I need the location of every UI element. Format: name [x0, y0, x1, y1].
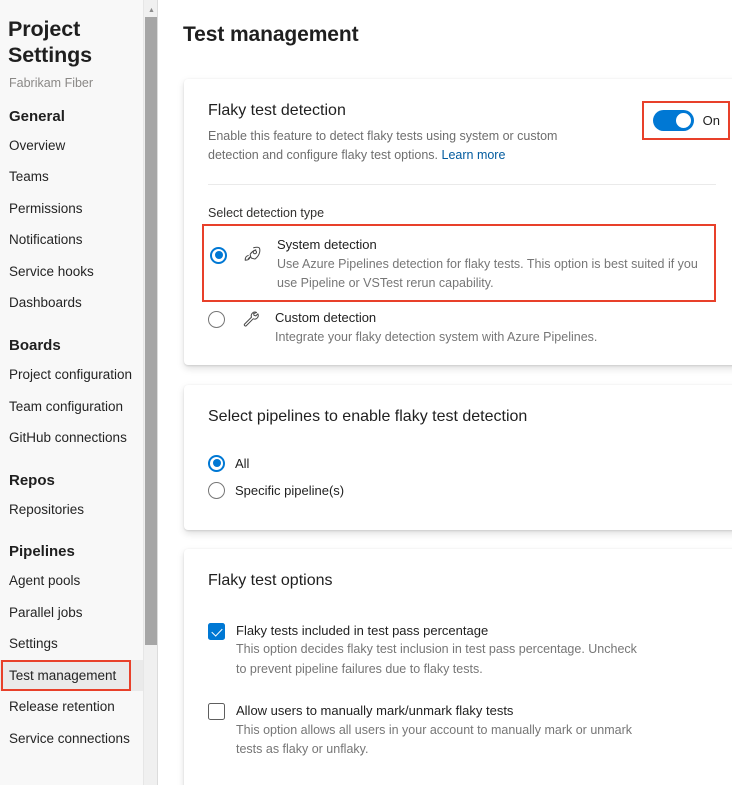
- sidebar-item-release-retention[interactable]: Release retention: [0, 691, 158, 723]
- include-flaky-tests-description: This option decides flaky test inclusion…: [236, 642, 637, 676]
- nav-group-boards: Boards: [9, 336, 61, 354]
- option-manual-mark-flaky-tests[interactable]: Allow users to manually mark/unmark flak…: [208, 694, 716, 762]
- options-card-title: Flaky test options: [208, 572, 333, 589]
- sidebar-item-repositories[interactable]: Repositories: [0, 494, 158, 526]
- detection-card-body: Flaky test detection Enable this feature…: [184, 79, 732, 355]
- sidebar-item-parallel-jobs[interactable]: Parallel jobs: [0, 597, 158, 629]
- toggle-knob: [675, 113, 691, 128]
- flaky-detection-toggle-group[interactable]: On: [641, 101, 730, 140]
- detection-card-title: Flaky test detection: [208, 102, 346, 119]
- detection-header-text: Flaky test detection Enable this feature…: [208, 101, 604, 165]
- learn-more-link[interactable]: Learn more: [442, 148, 506, 162]
- custom-detection-text: Custom detection Integrate your flaky de…: [275, 308, 597, 347]
- project-settings-page: Project Settings Fabrikam Fiber General …: [0, 0, 732, 785]
- page-title-sidebar: Project Settings: [8, 17, 93, 67]
- include-flaky-tests-text: Flaky tests included in test pass percen…: [236, 621, 646, 679]
- manual-mark-label: Allow users to manually mark/unmark flak…: [236, 703, 514, 719]
- radio-all-pipelines[interactable]: [208, 454, 225, 472]
- checkbox-include-flaky-tests[interactable]: [208, 622, 225, 640]
- pipelines-card-body: Select pipelines to enable flaky test de…: [184, 385, 732, 504]
- nav-group-pipelines: Pipelines: [9, 543, 75, 561]
- sidebar-item-overview[interactable]: Overview: [0, 130, 158, 162]
- sidebar-item-teams[interactable]: Teams: [0, 161, 158, 193]
- system-detection-description: Use Azure Pipelines detection for flaky …: [277, 256, 698, 291]
- page-title: Test management: [183, 23, 359, 46]
- sidebar-item-service-hooks[interactable]: Service hooks: [0, 256, 158, 288]
- option-include-flaky-tests[interactable]: Flaky tests included in test pass percen…: [208, 614, 716, 682]
- sidebar-scrollbar[interactable]: ▲: [143, 0, 158, 785]
- detection-card-divider: [208, 183, 716, 185]
- select-pipelines-card: Select pipelines to enable flaky test de…: [184, 385, 732, 530]
- sidebar-item-github-connections[interactable]: GitHub connections: [0, 422, 158, 454]
- detection-type-label: Select detection type: [208, 205, 325, 220]
- nav-group-general: General: [9, 107, 65, 125]
- sidebar-item-dashboards[interactable]: Dashboards: [0, 287, 158, 319]
- wrench-icon: [237, 309, 263, 328]
- manual-mark-text: Allow users to manually mark/unmark flak…: [236, 701, 646, 759]
- detection-option-system[interactable]: System detection Use Azure Pipelines det…: [202, 223, 716, 303]
- checkbox-manual-mark-flaky-tests[interactable]: [208, 703, 225, 721]
- system-detection-text: System detection Use Azure Pipelines det…: [277, 235, 701, 294]
- sidebar-item-service-connections[interactable]: Service connections: [0, 723, 158, 755]
- flaky-test-detection-card: Flaky test detection Enable this feature…: [184, 79, 732, 365]
- pipelines-radio-group: All Specific pipeline(s): [208, 450, 716, 504]
- sidebar-item-notifications[interactable]: Notifications: [0, 224, 158, 256]
- radio-custom-detection[interactable]: [208, 311, 225, 329]
- sidebar-item-agent-pools[interactable]: Agent pools: [0, 565, 158, 597]
- flaky-test-options-card: Flaky test options Flaky tests included …: [184, 549, 732, 785]
- sidebar-item-permissions[interactable]: Permissions: [0, 193, 158, 225]
- sidebar-item-test-management[interactable]: Test management: [0, 659, 158, 692]
- detection-card-header: Flaky test detection Enable this feature…: [208, 101, 716, 165]
- toggle-state-label: On: [702, 113, 720, 128]
- project-name: Fabrikam Fiber: [9, 75, 94, 90]
- all-pipelines-label: All: [235, 455, 250, 471]
- include-flaky-tests-label: Flaky tests included in test pass percen…: [236, 622, 489, 638]
- detection-card-description: Enable this feature to detect flaky test…: [208, 127, 604, 165]
- nav-group-repos: Repos: [9, 471, 55, 489]
- pipelines-card-title: Select pipelines to enable flaky test de…: [208, 408, 528, 425]
- manual-mark-description: This option allows all users in your acc…: [236, 722, 633, 756]
- custom-detection-title: Custom detection: [275, 310, 377, 326]
- sidebar-item-settings[interactable]: Settings: [0, 628, 158, 660]
- system-detection-title: System detection: [277, 236, 377, 252]
- detection-option-custom[interactable]: Custom detection Integrate your flaky de…: [208, 302, 716, 354]
- sidebar: Project Settings Fabrikam Fiber General …: [0, 0, 158, 785]
- sidebar-item-project-configuration[interactable]: Project configuration: [0, 359, 158, 391]
- flaky-detection-toggle[interactable]: [652, 110, 694, 131]
- options-card-body: Flaky test options Flaky tests included …: [184, 549, 732, 762]
- radio-specific-pipelines[interactable]: [208, 481, 225, 499]
- rocket-icon: [239, 245, 265, 264]
- pipelines-option-all[interactable]: All: [208, 450, 716, 477]
- radio-system-detection[interactable]: [210, 246, 227, 264]
- triangle-up-icon[interactable]: ▲: [144, 3, 158, 17]
- specific-pipelines-label: Specific pipeline(s): [235, 482, 345, 498]
- options-checkbox-group: Flaky tests included in test pass percen…: [208, 614, 716, 763]
- sidebar-content: Project Settings Fabrikam Fiber General …: [0, 0, 158, 755]
- sidebar-item-team-configuration[interactable]: Team configuration: [0, 391, 158, 423]
- pipelines-option-specific[interactable]: Specific pipeline(s): [208, 477, 716, 504]
- custom-detection-description: Integrate your flaky detection system wi…: [275, 330, 598, 345]
- main-content: Test management Flaky test detection Ena…: [158, 0, 732, 785]
